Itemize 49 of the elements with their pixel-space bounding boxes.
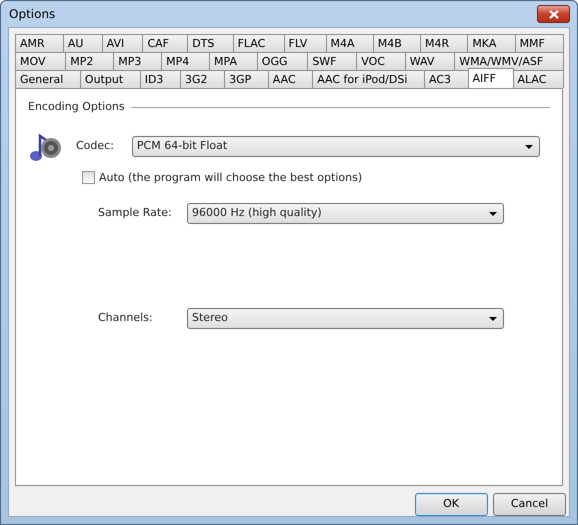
format-tab[interactable]: 3G2 <box>180 70 226 88</box>
sample-rate-dropdown[interactable]: 96000 Hz (high quality) <box>187 203 504 224</box>
format-tab[interactable]: DTS <box>187 34 234 52</box>
cancel-button[interactable]: Cancel <box>493 493 566 516</box>
ok-button[interactable]: OK <box>414 493 488 516</box>
format-tab[interactable]: Output <box>80 70 141 88</box>
codec-label: Codec: <box>76 138 114 154</box>
format-tab[interactable]: ALAC <box>512 70 564 88</box>
group-title: Encoding Options <box>28 99 125 115</box>
format-tab[interactable]: MP4 <box>161 52 210 70</box>
format-tab[interactable]: WAV <box>404 52 456 70</box>
format-tab[interactable]: FLV <box>284 34 326 52</box>
close-icon <box>548 10 558 18</box>
format-tab[interactable]: AU <box>62 34 103 52</box>
sample-rate-label: Sample Rate: <box>98 205 173 222</box>
format-tab[interactable]: M4A <box>326 34 374 52</box>
format-tab[interactable]: VOC <box>356 52 406 70</box>
format-tab[interactable]: WMA/WMV/ASF <box>454 52 564 70</box>
format-tab[interactable]: MPA <box>209 52 258 70</box>
format-tab[interactable]: OGG <box>256 52 308 70</box>
format-tab[interactable]: M4B <box>372 34 421 52</box>
format-tab[interactable]: FLAC <box>232 34 285 52</box>
format-tab[interactable]: AIFF <box>468 68 514 88</box>
format-tab[interactable]: SWF <box>307 52 358 70</box>
auto-label: Auto (the program will choose the best options) <box>99 170 362 186</box>
format-tab[interactable]: AAC for iPod/DSi <box>312 70 425 88</box>
dropdown-arrow-icon <box>524 144 533 148</box>
format-tab[interactable]: AVI <box>102 34 144 52</box>
format-tab[interactable]: General <box>15 70 81 88</box>
format-tab[interactable]: AAC <box>268 70 314 88</box>
format-tab[interactable]: MMF <box>514 34 564 52</box>
format-tab[interactable]: MP2 <box>65 52 114 70</box>
close-button[interactable] <box>537 5 570 23</box>
format-tab[interactable]: AMR <box>15 34 64 52</box>
channels-label: Channels: <box>98 310 154 326</box>
dropdown-arrow-icon <box>489 316 497 320</box>
dropdown-arrow-icon <box>489 212 497 216</box>
window-title: Options <box>8 6 56 23</box>
format-tab[interactable]: ID3 <box>140 70 181 88</box>
channels-dropdown[interactable]: Stereo <box>187 308 504 329</box>
format-tab[interactable]: MKA <box>467 34 516 52</box>
format-tab[interactable]: MOV <box>15 52 66 70</box>
format-tab[interactable]: AC3 <box>424 70 469 88</box>
format-tab[interactable]: MP3 <box>113 52 162 70</box>
format-tab[interactable]: 3GP <box>224 70 269 88</box>
format-tab[interactable]: CAF <box>142 34 188 52</box>
format-tab[interactable]: M4R <box>420 34 468 52</box>
codec-dropdown[interactable]: PCM 64-bit Float <box>132 136 540 157</box>
auto-checkbox[interactable] <box>82 171 95 184</box>
